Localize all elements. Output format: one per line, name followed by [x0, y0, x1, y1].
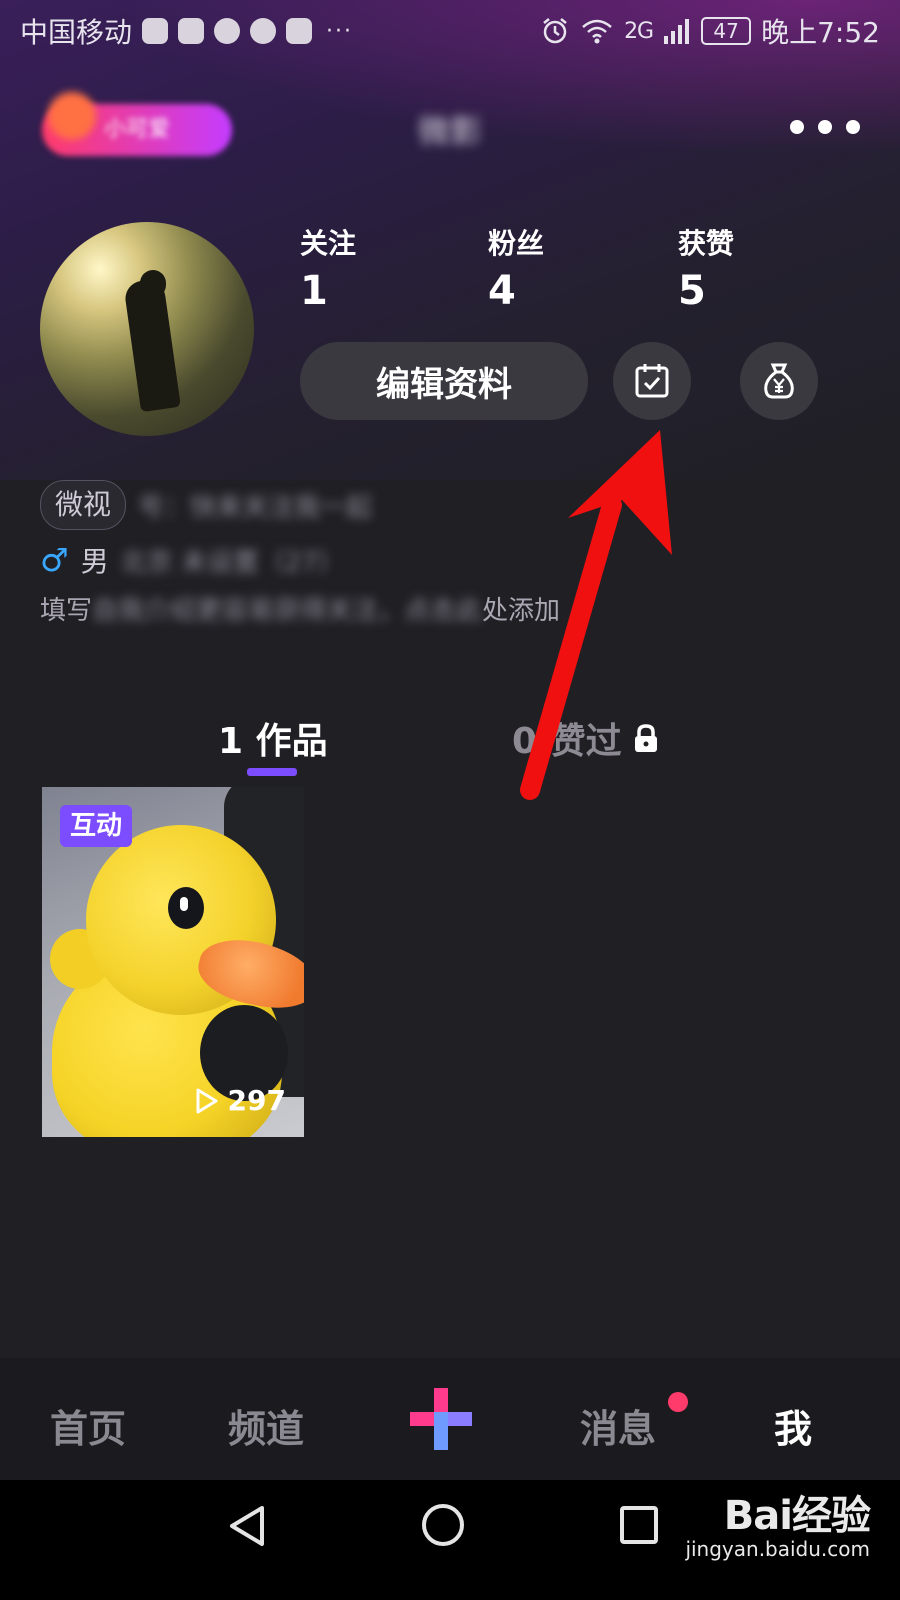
gender-label: 男 — [80, 545, 109, 578]
plus-icon[interactable] — [410, 1388, 472, 1450]
app-root: 中国移动 ··· 2G 47 晚上7:52 小可爱 微影 关注 1 粉丝 4 获… — [0, 0, 900, 1600]
gender-row: ♂ 男 北京 未设置（27） — [40, 540, 860, 580]
money-bag-icon — [764, 363, 794, 399]
camera-notification-icon — [214, 18, 241, 44]
status-bar: 中国移动 ··· 2G 47 晚上7:52 — [0, 0, 900, 62]
tab-home[interactable]: 首页 — [50, 1398, 126, 1453]
wallet-button[interactable] — [740, 342, 818, 420]
location-age-text: 北京 未设置（27） — [120, 547, 345, 578]
carrier-label: 中国移动 — [20, 16, 133, 49]
stat-likes[interactable]: 获赞 5 — [678, 222, 734, 314]
play-count-value: 297 — [227, 1084, 286, 1117]
tab-works[interactable]: 1 作品 — [218, 712, 328, 764]
app-notification-icon — [142, 18, 169, 44]
stat-followers[interactable]: 粉丝 4 — [488, 222, 544, 314]
tab-me[interactable]: 我 — [774, 1398, 812, 1453]
profile-bio: 微视 号：快来关注我一起 ♂ 男 北京 未设置（27） 填写自我介绍更容易获得关… — [40, 480, 860, 627]
app-notification-icon — [178, 18, 205, 44]
baidu-jingyan-watermark: Bai经验 jingyan.baidu.com — [685, 1493, 871, 1561]
system-nav-bar: Bai经验 jingyan.baidu.com — [0, 1480, 900, 1600]
work-thumbnail[interactable]: 互动 297 — [42, 787, 304, 1137]
signal-icon — [664, 19, 690, 44]
play-icon — [196, 1088, 218, 1113]
bio-prefix: 填写 — [40, 596, 93, 626]
stat-label: 获赞 — [678, 227, 735, 260]
account-id-text: 号：快来关注我一起 — [138, 492, 373, 523]
top-nav: 小可爱 微影 — [0, 92, 900, 162]
account-id-row: 微视 号：快来关注我一起 — [40, 480, 860, 530]
stat-label: 关注 — [300, 227, 357, 260]
stat-value: 4 — [488, 268, 516, 314]
tab-channel[interactable]: 频道 — [228, 1398, 304, 1453]
tab-liked[interactable]: 0 赞过 — [512, 712, 660, 764]
interactive-tag: 互动 — [60, 805, 133, 847]
battery-indicator: 47 — [701, 17, 752, 45]
male-icon: ♂ — [40, 541, 69, 579]
checkin-button[interactable] — [613, 342, 691, 420]
play-count: 297 — [194, 1084, 286, 1117]
account-source-tag: 微视 — [40, 480, 127, 530]
status-left: 中国移动 ··· — [20, 11, 353, 51]
tab-indicator — [247, 768, 297, 776]
stat-following[interactable]: 关注 1 — [300, 222, 356, 314]
stat-value: 5 — [678, 268, 706, 314]
watermark-brand: Bai经验 — [723, 1493, 871, 1539]
tab-liked-label: 0 赞过 — [512, 721, 622, 762]
lock-icon — [634, 724, 657, 752]
content-tabs: 1 作品 0 赞过 — [0, 712, 900, 782]
tab-messages[interactable]: 消息 — [580, 1398, 656, 1453]
alarm-icon — [543, 18, 567, 44]
more-notifications-icon: ··· — [326, 18, 353, 44]
bio-blurred-text: 自我介绍更容易获得关注，点击此 — [92, 596, 483, 626]
bottom-tab-bar: 首页 频道 消息 我 — [0, 1358, 900, 1480]
edit-profile-button[interactable]: 编辑资料 — [300, 342, 588, 420]
bio-suffix: 处添加 — [482, 596, 561, 626]
back-triangle-icon[interactable] — [226, 1502, 270, 1550]
more-button[interactable] — [790, 112, 860, 142]
iqiyi-notification-icon — [286, 18, 313, 44]
avatar[interactable] — [40, 222, 254, 436]
calendar-check-icon — [635, 364, 669, 398]
watermark-url: jingyan.baidu.com — [685, 1537, 870, 1561]
app-notification-icon — [250, 18, 277, 44]
recents-square-icon[interactable] — [618, 1504, 660, 1546]
home-circle-icon[interactable] — [420, 1502, 466, 1548]
profile-title: 微影 — [417, 112, 482, 150]
clock-label: 晚上7:52 — [761, 16, 880, 49]
wifi-icon — [582, 19, 612, 44]
stat-value: 1 — [300, 268, 328, 314]
more-dots-icon — [790, 120, 804, 134]
network-type-label: 2G — [624, 18, 654, 44]
stat-label: 粉丝 — [488, 227, 545, 260]
notification-dot — [668, 1392, 688, 1412]
bio-placeholder[interactable]: 填写自我介绍更容易获得关注，点击此处添加 — [40, 590, 860, 627]
status-right: 2G 47 晚上7:52 — [540, 11, 880, 51]
